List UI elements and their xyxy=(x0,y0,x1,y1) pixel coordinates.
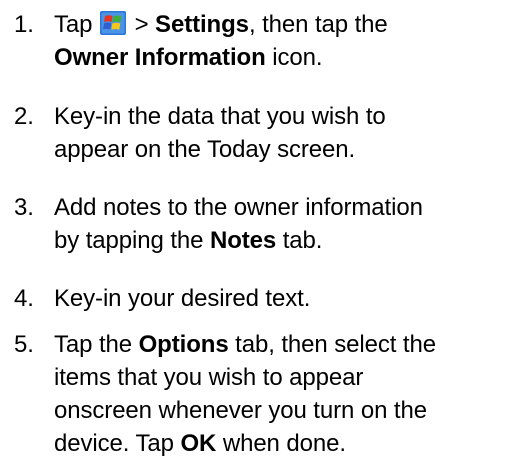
step-number: 4. xyxy=(14,285,34,312)
step-line: by tapping the Notes tab. xyxy=(54,224,423,257)
owner-information-label: Owner Information xyxy=(54,44,266,71)
step-line: Key-in the data that you wish to xyxy=(54,103,386,130)
step-1: 1. Tap > Settings, then tap the Owner In… xyxy=(14,8,388,74)
step-number: 5. xyxy=(14,331,34,358)
step-4: 4. Key-in your desired text. xyxy=(14,282,310,315)
step-text: icon. xyxy=(265,44,323,71)
step-text: , then tap the xyxy=(248,11,388,38)
step-text: tab, then select the xyxy=(228,331,436,358)
step-3: 3. Add notes to the owner information by… xyxy=(14,191,423,257)
step-line: Tap > Settings, then tap the xyxy=(54,8,388,41)
notes-label: Notes xyxy=(209,227,277,254)
step-text: by tapping the xyxy=(54,227,210,254)
settings-label: Settings xyxy=(155,11,249,38)
windows-start-icon xyxy=(99,11,126,35)
step-number: 1. xyxy=(14,11,34,38)
step-text: Tap xyxy=(54,11,93,38)
step-number: 3. xyxy=(14,194,34,221)
step-line: Add notes to the owner information xyxy=(54,194,423,221)
options-label: Options xyxy=(138,331,229,358)
step-line: Key-in your desired text. xyxy=(54,285,311,312)
ok-label: OK xyxy=(180,430,217,457)
step-5: 5. Tap the Options tab, then select the … xyxy=(14,328,436,460)
step-2: 2. Key-in the data that you wish to appe… xyxy=(14,100,386,166)
step-text: > xyxy=(134,11,156,38)
step-line: device. Tap OK when done. xyxy=(54,427,436,460)
step-text: device. Tap xyxy=(54,430,181,457)
step-line: appear on the Today screen. xyxy=(54,136,356,163)
step-text: tab. xyxy=(276,227,323,254)
step-text: when done. xyxy=(216,430,346,457)
step-line: Owner Information icon. xyxy=(54,41,388,74)
step-line: Tap the Options tab, then select the xyxy=(54,328,436,361)
step-line: onscreen whenever you turn on the xyxy=(54,397,427,424)
step-number: 2. xyxy=(14,103,34,130)
step-text: Tap the xyxy=(54,331,139,358)
step-line: items that you wish to appear xyxy=(54,364,364,391)
